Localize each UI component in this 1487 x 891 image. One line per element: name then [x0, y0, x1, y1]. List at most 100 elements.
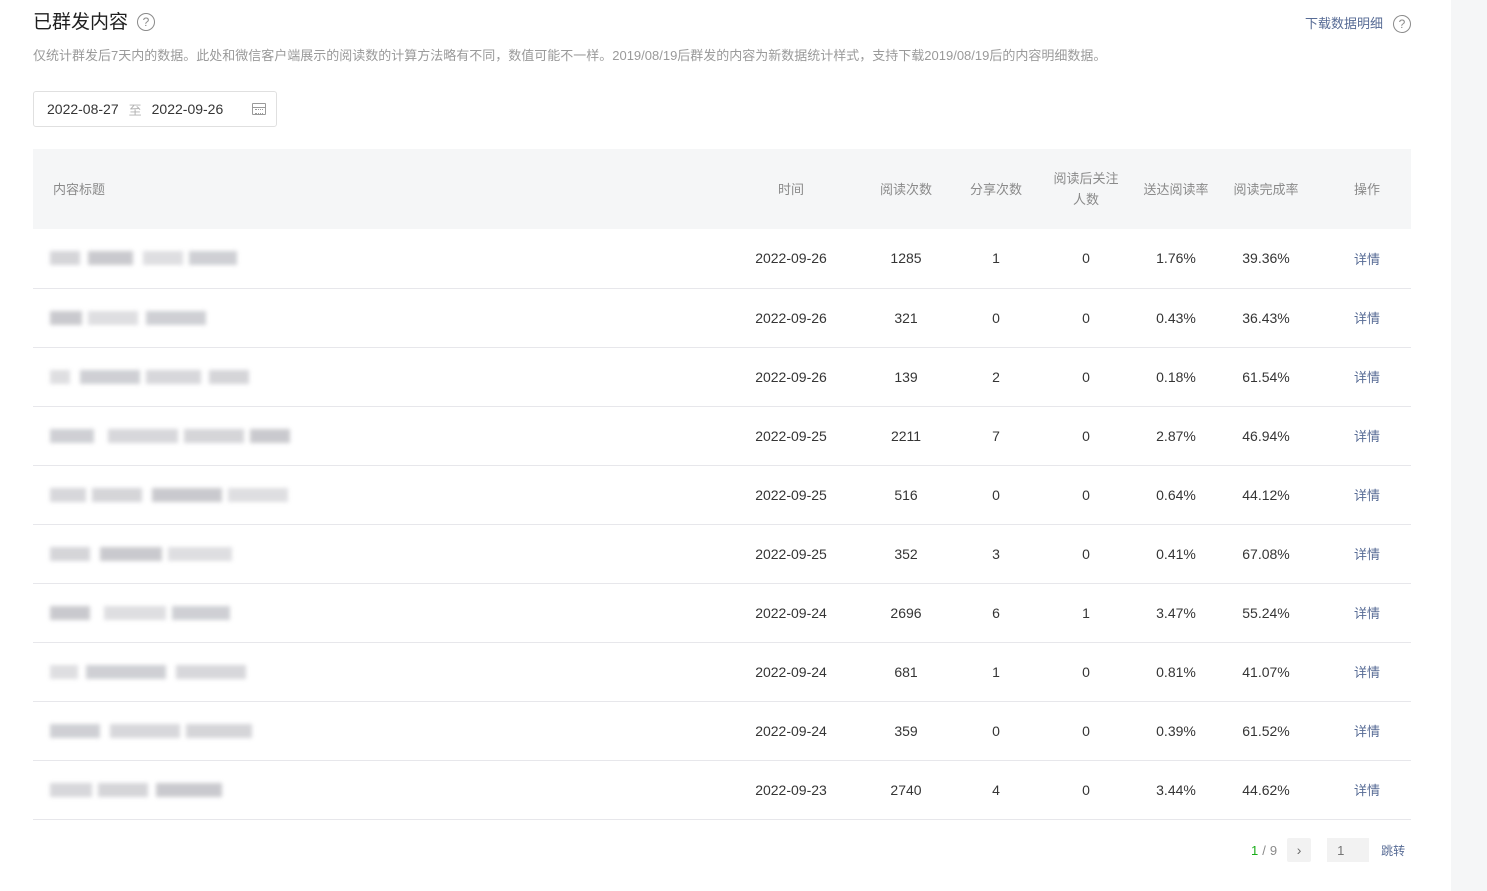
row-shares: 0 — [992, 722, 1000, 739]
row-time: 2022-09-25 — [755, 486, 827, 503]
row-title-cell[interactable] — [33, 288, 733, 347]
row-action-cell: 详情 — [1323, 583, 1411, 642]
row-reads: 2740 — [890, 781, 922, 798]
row-delivery-rate: 3.47% — [1156, 604, 1196, 621]
row-time: 2022-09-26 — [755, 368, 827, 385]
table-row: 2022-09-24 681 1 0 0.81% 41.07% 详情 — [33, 642, 1411, 701]
blurred-title[interactable] — [50, 545, 232, 563]
row-time: 2022-09-24 — [755, 663, 827, 680]
date-separator: 至 — [128, 102, 142, 118]
row-reads: 139 — [894, 368, 918, 385]
blurred-title[interactable] — [50, 486, 288, 504]
row-follows: 0 — [1082, 427, 1090, 444]
page-description: 仅统计群发后7天内的数据。此处和微信客户端展示的阅读数的计算方法略有不同，数值可… — [33, 48, 1107, 63]
date-end[interactable]: 2022-09-26 — [152, 101, 224, 117]
blurred-title[interactable] — [50, 722, 252, 740]
jump-button[interactable]: 跳转 — [1381, 842, 1405, 859]
table-row: 2022-09-26 1285 1 0 1.76% 39.36% 详情 — [33, 229, 1411, 288]
table-row: 2022-09-26 321 0 0 0.43% 36.43% 详情 — [33, 288, 1411, 347]
blurred-title[interactable] — [50, 368, 249, 386]
row-action-cell: 详情 — [1323, 465, 1411, 524]
table-row: 2022-09-24 2696 6 1 3.47% 55.24% 详情 — [33, 583, 1411, 642]
col-header-follows: 阅读后关注人数 — [1029, 149, 1143, 229]
blurred-title[interactable] — [50, 663, 246, 681]
row-title-cell[interactable] — [33, 347, 733, 406]
row-title-cell[interactable] — [33, 524, 733, 583]
col-header-time: 时间 — [777, 181, 804, 197]
row-follows: 0 — [1082, 722, 1090, 739]
row-delivery-rate: 0.43% — [1156, 309, 1196, 326]
row-reads: 352 — [894, 545, 918, 562]
calendar-icon[interactable] — [252, 103, 266, 115]
blurred-title[interactable] — [50, 604, 230, 622]
row-delivery-rate: 3.44% — [1156, 781, 1196, 798]
detail-link[interactable]: 详情 — [1354, 252, 1380, 267]
row-time: 2022-09-25 — [755, 427, 827, 444]
row-reads: 1285 — [890, 250, 922, 267]
detail-link[interactable]: 详情 — [1354, 429, 1380, 444]
row-reads: 321 — [894, 309, 918, 326]
blurred-title[interactable] — [50, 427, 290, 445]
row-follows: 0 — [1082, 309, 1090, 326]
row-action-cell: 详情 — [1323, 406, 1411, 465]
row-title-cell[interactable] — [33, 583, 733, 642]
row-completion-rate: 61.54% — [1242, 368, 1290, 385]
detail-link[interactable]: 详情 — [1354, 724, 1380, 739]
pagination: 1 / 9 › 跳转 — [1251, 838, 1405, 862]
help-icon[interactable]: ? — [137, 13, 155, 31]
row-completion-rate: 44.62% — [1242, 781, 1290, 798]
row-delivery-rate: 0.41% — [1156, 545, 1196, 562]
row-shares: 0 — [992, 486, 1000, 503]
row-shares: 2 — [992, 368, 1000, 385]
row-follows: 0 — [1082, 486, 1090, 503]
row-completion-rate: 44.12% — [1242, 486, 1290, 503]
row-title-cell[interactable] — [33, 701, 733, 760]
detail-link[interactable]: 详情 — [1354, 783, 1380, 798]
detail-link[interactable]: 详情 — [1354, 488, 1380, 503]
row-follows: 1 — [1082, 604, 1090, 621]
table-row: 2022-09-25 516 0 0 0.64% 44.12% 详情 — [33, 465, 1411, 524]
row-title-cell[interactable] — [33, 642, 733, 701]
date-range-picker[interactable]: 2022-08-27 至 2022-09-26 — [33, 91, 277, 127]
next-page-button[interactable]: › — [1287, 838, 1312, 862]
row-time: 2022-09-26 — [755, 309, 827, 326]
row-time: 2022-09-26 — [755, 250, 827, 267]
chevron-right-icon: › — [1296, 842, 1302, 858]
row-reads: 516 — [894, 486, 918, 503]
row-completion-rate: 61.52% — [1242, 722, 1290, 739]
row-reads: 2696 — [890, 604, 922, 621]
detail-link[interactable]: 详情 — [1354, 606, 1380, 621]
blurred-title[interactable] — [50, 781, 222, 799]
row-shares: 1 — [992, 663, 1000, 680]
row-completion-rate: 39.36% — [1242, 250, 1290, 267]
row-title-cell[interactable] — [33, 760, 733, 819]
detail-link[interactable]: 详情 — [1354, 370, 1380, 385]
col-header-title: 内容标题 — [53, 181, 106, 197]
row-time: 2022-09-23 — [755, 781, 827, 798]
detail-link[interactable]: 详情 — [1354, 311, 1380, 326]
row-title-cell[interactable] — [33, 229, 733, 288]
row-title-cell[interactable] — [33, 406, 733, 465]
detail-link[interactable]: 详情 — [1354, 547, 1380, 562]
row-follows: 0 — [1082, 781, 1090, 798]
detail-link[interactable]: 详情 — [1354, 665, 1380, 680]
table-row: 2022-09-25 352 3 0 0.41% 67.08% 详情 — [33, 524, 1411, 583]
content-table: 内容标题 时间 阅读次数 分享次数 阅读后关注人数 送达阅读率 阅读完成率 操作… — [33, 149, 1411, 820]
blurred-title[interactable] — [50, 309, 206, 327]
row-completion-rate: 67.08% — [1242, 545, 1290, 562]
table-row: 2022-09-26 139 2 0 0.18% 61.54% 详情 — [33, 347, 1411, 406]
date-start[interactable]: 2022-08-27 — [47, 101, 119, 117]
row-action-cell: 详情 — [1323, 347, 1411, 406]
row-follows: 0 — [1082, 250, 1090, 267]
blurred-title[interactable] — [50, 249, 237, 267]
download-data-link[interactable]: 下载数据明细 — [1305, 16, 1383, 32]
col-header-shares: 分享次数 — [969, 181, 1022, 197]
row-delivery-rate: 0.18% — [1156, 368, 1196, 385]
page-separator: / — [1262, 842, 1266, 858]
row-follows: 0 — [1082, 545, 1090, 562]
row-shares: 6 — [992, 604, 1000, 621]
row-follows: 0 — [1082, 368, 1090, 385]
download-help-icon[interactable]: ? — [1393, 15, 1411, 33]
row-title-cell[interactable] — [33, 465, 733, 524]
page-jump-input[interactable] — [1327, 838, 1370, 862]
